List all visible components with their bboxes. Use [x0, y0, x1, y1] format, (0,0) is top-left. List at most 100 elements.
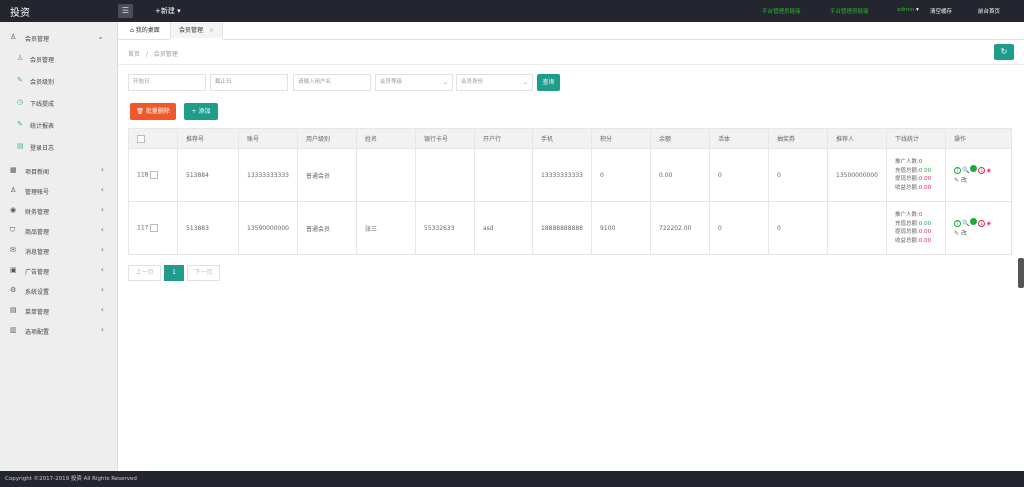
image-icon: ▣	[10, 266, 17, 274]
row-checkbox[interactable]	[150, 171, 159, 179]
start-date-input[interactable]: 开始日	[128, 74, 206, 91]
tab-desktop[interactable]: ⌂ 我的桌面	[124, 22, 166, 40]
member-level-value: 会员等级	[380, 79, 403, 85]
money-icon: ◉	[10, 206, 17, 214]
side-scroll-handle[interactable]	[1018, 258, 1024, 288]
sidebar-item-menu-manage[interactable]: ▤ 菜单管理 ‹	[0, 301, 118, 321]
sidebar-item-ads[interactable]: ▣ 广告管理 ‹	[0, 261, 118, 281]
status-icon[interactable]	[970, 164, 978, 172]
stat-recharge: 充值总额:0.00	[895, 220, 945, 229]
sidebar-subitem-member-manage[interactable]: ♙ 会员管理	[0, 49, 118, 69]
top-link-2[interactable]: 平台管理员链接	[830, 7, 869, 15]
home-icon: ⌂	[130, 27, 134, 34]
tag-icon[interactable]: ◈	[986, 167, 991, 174]
username-input[interactable]: 请输入用户名	[293, 74, 371, 91]
chevron-down-icon: ⌄	[442, 79, 448, 86]
breadcrumb-home[interactable]: 首页	[128, 51, 140, 58]
table-row: 118 513884 13333333333 普通会员 13333333333 …	[128, 148, 1012, 202]
sidebar-item-settings[interactable]: ⚙ 系统设置 ‹	[0, 281, 118, 301]
row-id: 117	[137, 224, 149, 232]
search-button[interactable]: 查询	[537, 74, 560, 91]
sidebar-subitem-member-level[interactable]: ✎ 会员级别	[0, 71, 118, 91]
menu-toggle-icon[interactable]: ☰	[118, 4, 133, 18]
pager-prev[interactable]: 上一页	[128, 265, 161, 281]
row-select-cell[interactable]: 118	[128, 148, 178, 202]
sidebar-subitem-report[interactable]: ✎ 统计报表	[0, 115, 118, 135]
sidebar-item-finance[interactable]: ◉ 财务管理 ‹	[0, 201, 118, 221]
table-row: 117 513883 13590000000 普通会员 张三 55332633 …	[128, 201, 1012, 255]
info-icon[interactable]: T	[954, 219, 961, 227]
sidebar-item-member[interactable]: ♙ 会员管理 ⌄	[0, 28, 118, 48]
member-identity-value: 会员身份	[461, 79, 484, 85]
sidebar: ♙ 会员管理 ⌄ ♙ 会员管理 ✎ 会员级别 ◷ 下线提成 ✎ 统计报表 ▤ 登录日志 ▦ 项目…	[0, 22, 118, 471]
tab-member-manage[interactable]: 会员管理 ×	[170, 22, 224, 40]
lock-icon[interactable]: L	[978, 166, 986, 174]
sidebar-item-admin-accounts[interactable]: ♙ 管理帐号 ‹	[0, 181, 118, 201]
select-all-header[interactable]	[128, 128, 178, 149]
stat-value: 0.00	[918, 176, 932, 182]
sidebar-subitem-login-log[interactable]: ▤ 登录日志	[0, 137, 118, 157]
frontend-home-link[interactable]: 前台首页	[978, 7, 1000, 15]
stat-label: 推广人数:	[895, 159, 919, 165]
top-link-1[interactable]: 平台管理员链接	[762, 7, 801, 15]
user-group-icon: ♙	[10, 186, 17, 194]
sidebar-item-label: 下线提成	[30, 101, 55, 108]
sidebar-item-label: 会员管理	[25, 36, 50, 43]
pager-next[interactable]: 下一页	[187, 265, 220, 281]
col-header: 推荐号	[177, 128, 239, 149]
status-icon[interactable]	[970, 217, 978, 225]
pencil-icon: ✎	[954, 176, 960, 184]
user-icon: ♙	[17, 54, 24, 62]
info-icon[interactable]: T	[954, 166, 961, 174]
stat-value: 0.00	[918, 167, 932, 174]
col-header: 姓名	[356, 128, 416, 149]
col-header: 手机	[532, 128, 592, 149]
lock-icon[interactable]: L	[978, 219, 986, 227]
edit-row[interactable]: ✎ 改	[954, 229, 1011, 239]
chevron-left-icon: ‹	[100, 225, 104, 234]
member-table: 推荐号 账号 用户级别 姓名 银行卡号 开户行 手机 积分 余额 活体 抽奖券 …	[128, 128, 1012, 255]
ops-cell: T 🔍 L ◈ ✎ 改	[945, 201, 1012, 255]
col-header: 账号	[238, 128, 298, 149]
member-identity-select[interactable]: 会员身份 ⌄	[456, 74, 533, 91]
stat-value: 0	[918, 159, 923, 165]
sidebar-item-label: 菜单管理	[25, 309, 50, 316]
batch-delete-button[interactable]: 🗑 批量删除	[130, 103, 176, 120]
points-cell: 9100	[591, 201, 651, 255]
clear-cache-link[interactable]: 清空缓存	[930, 7, 952, 15]
sidebar-item-label: 选项配置	[25, 329, 50, 336]
stat-label: 收益总额:	[895, 237, 919, 244]
row-checkbox[interactable]	[150, 224, 159, 232]
bank-card-cell	[415, 148, 475, 202]
stat-promo: 推广人数:0	[895, 158, 945, 167]
search-icon[interactable]: 🔍	[962, 167, 969, 174]
refresh-button[interactable]: ↻	[994, 44, 1014, 60]
tag-icon[interactable]: ◈	[986, 220, 991, 227]
select-all-checkbox[interactable]	[137, 134, 145, 143]
sidebar-item-news[interactable]: ▦ 项目新闻 ‹	[0, 161, 118, 181]
bank-cell	[474, 148, 533, 202]
end-date-input[interactable]: 截止日	[210, 74, 288, 91]
main-content: 首页 / 会员管理 ↻ 开始日 截止日 请输入用户名 会员等级 ⌄ 会员身份 ⌄ 查…	[118, 40, 1024, 471]
new-dropdown[interactable]: +新建 ▾	[155, 6, 181, 16]
stat-income: 收益总额:0.00	[895, 237, 945, 246]
col-header: 余额	[650, 128, 710, 149]
pager-current[interactable]: 1	[164, 265, 184, 281]
tickets-cell: 0	[768, 201, 828, 255]
chevron-left-icon: ‹	[100, 265, 104, 274]
add-button[interactable]: + 添加	[184, 103, 218, 120]
sidebar-subitem-commission[interactable]: ◷ 下线提成	[0, 93, 118, 113]
row-select-cell[interactable]: 117	[128, 201, 178, 255]
sidebar-item-messages[interactable]: ✉ 消息管理 ‹	[0, 241, 118, 261]
top-link-admin[interactable]: admin ▾	[897, 7, 919, 13]
close-icon[interactable]: ×	[209, 27, 214, 34]
stat-income: 收益总额:0.00	[895, 184, 945, 193]
stat-value: 0.00	[918, 229, 932, 235]
member-level-select[interactable]: 会员等级 ⌄	[375, 74, 453, 91]
chevron-left-icon: ‹	[100, 325, 104, 334]
search-icon[interactable]: 🔍	[962, 220, 969, 227]
edit-row[interactable]: ✎ 改	[954, 176, 1011, 186]
edit-icon: ✎	[17, 76, 23, 84]
sidebar-item-options[interactable]: ▥ 选项配置 ‹	[0, 321, 118, 341]
sidebar-item-goods[interactable]: ⛉ 商品管理 ‹	[0, 221, 118, 241]
